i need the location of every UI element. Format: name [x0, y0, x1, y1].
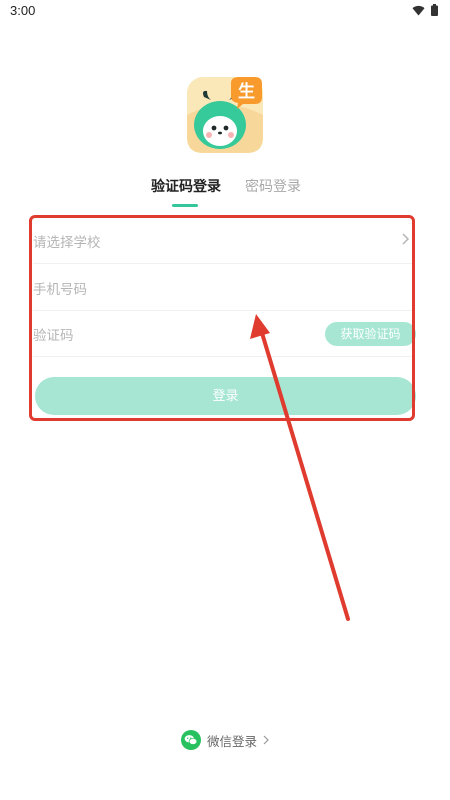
status-icons — [412, 4, 438, 16]
wifi-icon — [412, 5, 425, 16]
school-select[interactable]: 请选择学校 — [33, 217, 413, 264]
school-select-placeholder: 请选择学校 — [33, 235, 101, 250]
wechat-icon — [181, 730, 201, 750]
battery-icon — [431, 4, 438, 16]
phone-input[interactable]: 手机号码 — [33, 264, 413, 311]
tab-sms-login[interactable]: 验证码登录 — [151, 176, 221, 196]
wechat-login-button[interactable]: 微信登录 — [181, 729, 271, 751]
status-bar: 3:00 — [0, 0, 450, 22]
login-button[interactable]: 登录 — [35, 377, 416, 415]
app-logo: 生 — [187, 75, 263, 153]
active-tab-indicator — [172, 204, 198, 207]
chevron-right-icon — [402, 233, 410, 245]
code-input-placeholder: 验证码 — [33, 328, 74, 343]
tab-password-login[interactable]: 密码登录 — [245, 176, 301, 196]
get-code-button[interactable]: 获取验证码 — [325, 322, 416, 346]
chevron-right-icon — [263, 735, 269, 745]
phone-input-placeholder: 手机号码 — [33, 282, 87, 297]
wechat-login-label: 微信登录 — [207, 734, 258, 749]
status-time: 3:00 — [10, 3, 36, 18]
logo-badge-text: 生 — [238, 81, 255, 102]
